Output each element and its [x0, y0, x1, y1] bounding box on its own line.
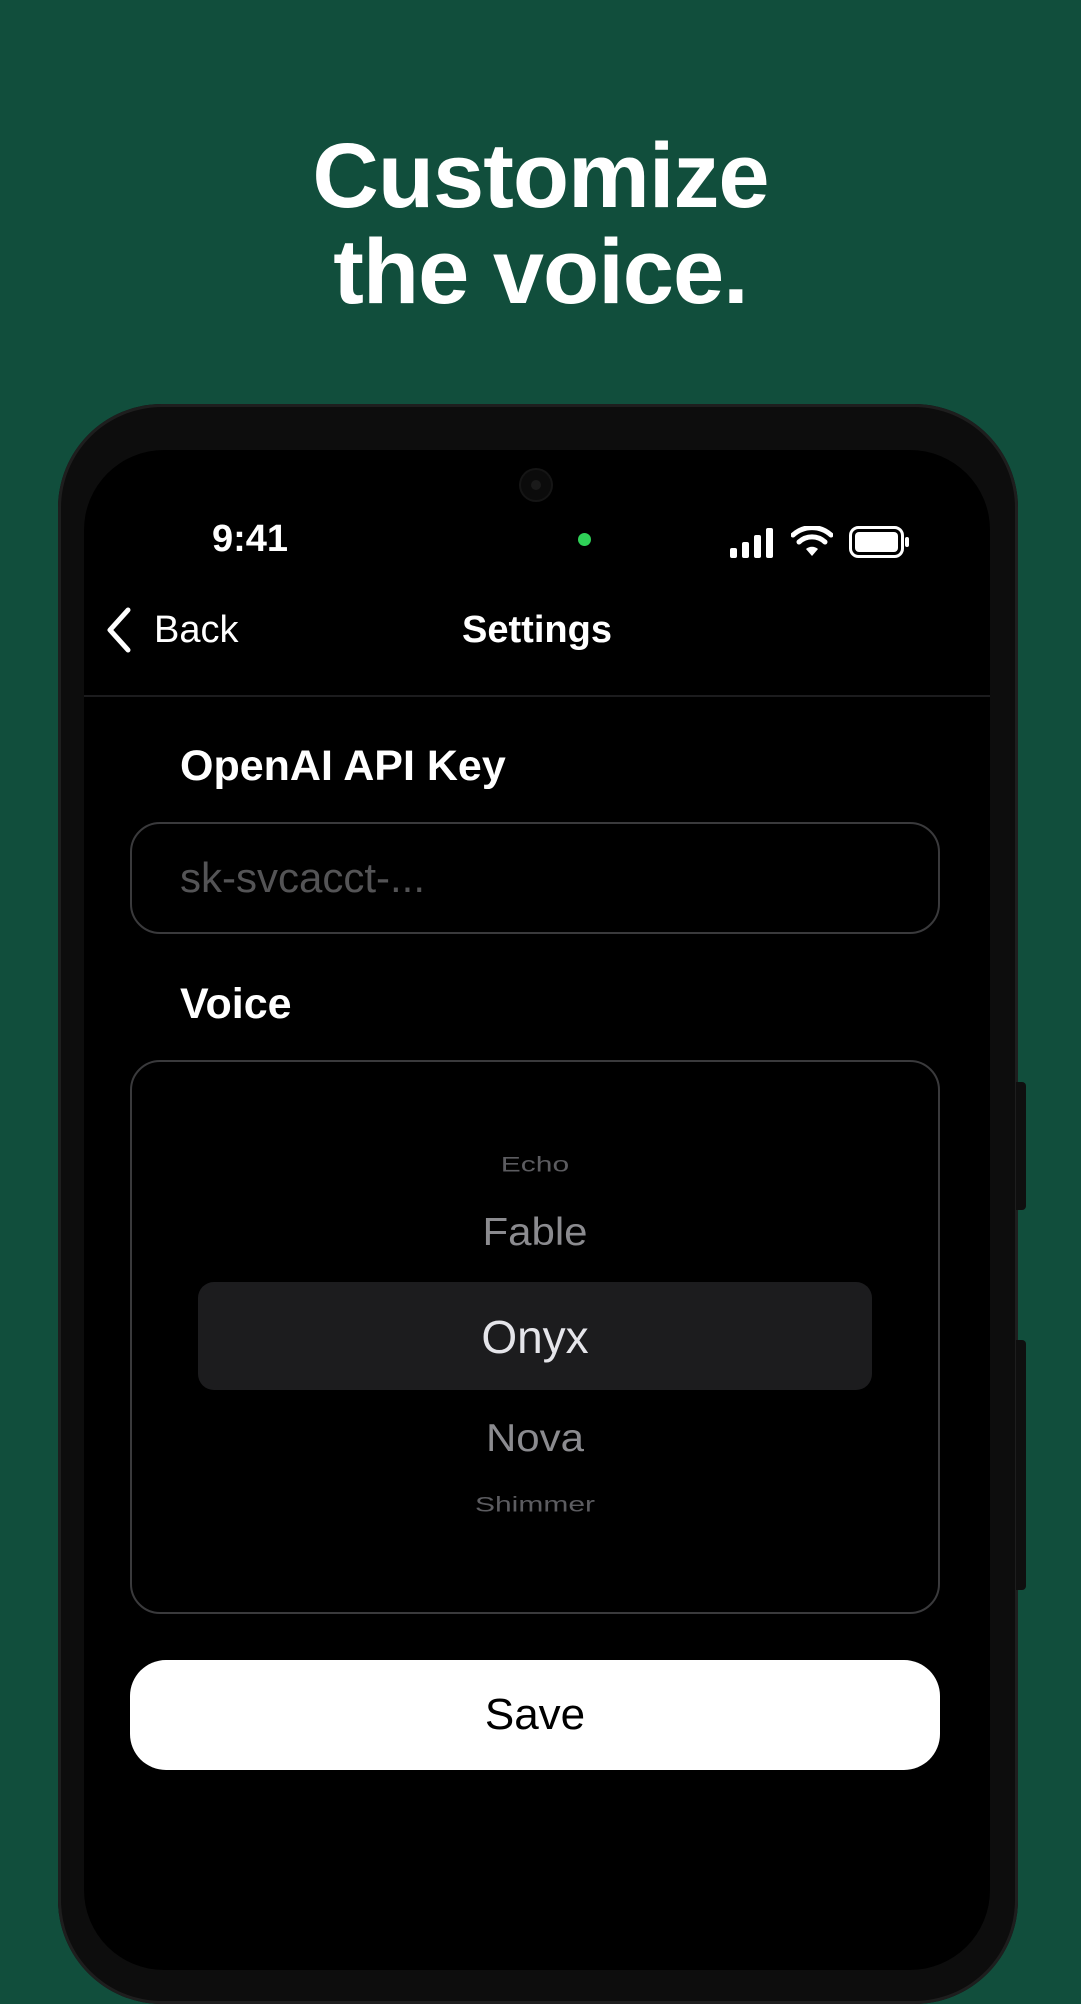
voice-option-onyx-selected[interactable]: Onyx: [132, 1310, 938, 1364]
phone-screen: 9:41 Back Settings OpenAI API Key Voice …: [84, 450, 990, 1970]
voice-picker[interactable]: Echo Fable Onyx Nova Shimmer: [130, 1060, 940, 1614]
voice-label: Voice: [180, 980, 292, 1028]
voice-option-fable[interactable]: Fable: [132, 1210, 938, 1254]
save-button[interactable]: Save: [130, 1660, 940, 1770]
voice-option-echo[interactable]: Echo: [132, 1153, 938, 1177]
volume-button: [1016, 1082, 1026, 1210]
page-title: Settings: [462, 609, 612, 651]
front-camera: [521, 470, 551, 500]
api-key-input[interactable]: [130, 822, 940, 934]
voice-option-nova[interactable]: Nova: [132, 1416, 938, 1460]
signal-icon: [730, 528, 773, 558]
battery-icon: [849, 526, 909, 558]
status-time: 9:41: [212, 518, 289, 560]
headline: Customize the voice.: [0, 128, 1081, 320]
power-button: [1016, 1340, 1026, 1590]
voice-option-shimmer[interactable]: Shimmer: [132, 1493, 938, 1517]
privacy-indicator: [578, 533, 591, 546]
api-key-label: OpenAI API Key: [180, 742, 506, 790]
wifi-icon: [791, 526, 833, 556]
nav-divider: [84, 695, 990, 697]
headline-line-1: Customize: [312, 125, 769, 227]
headline-line-2: the voice.: [333, 221, 748, 323]
